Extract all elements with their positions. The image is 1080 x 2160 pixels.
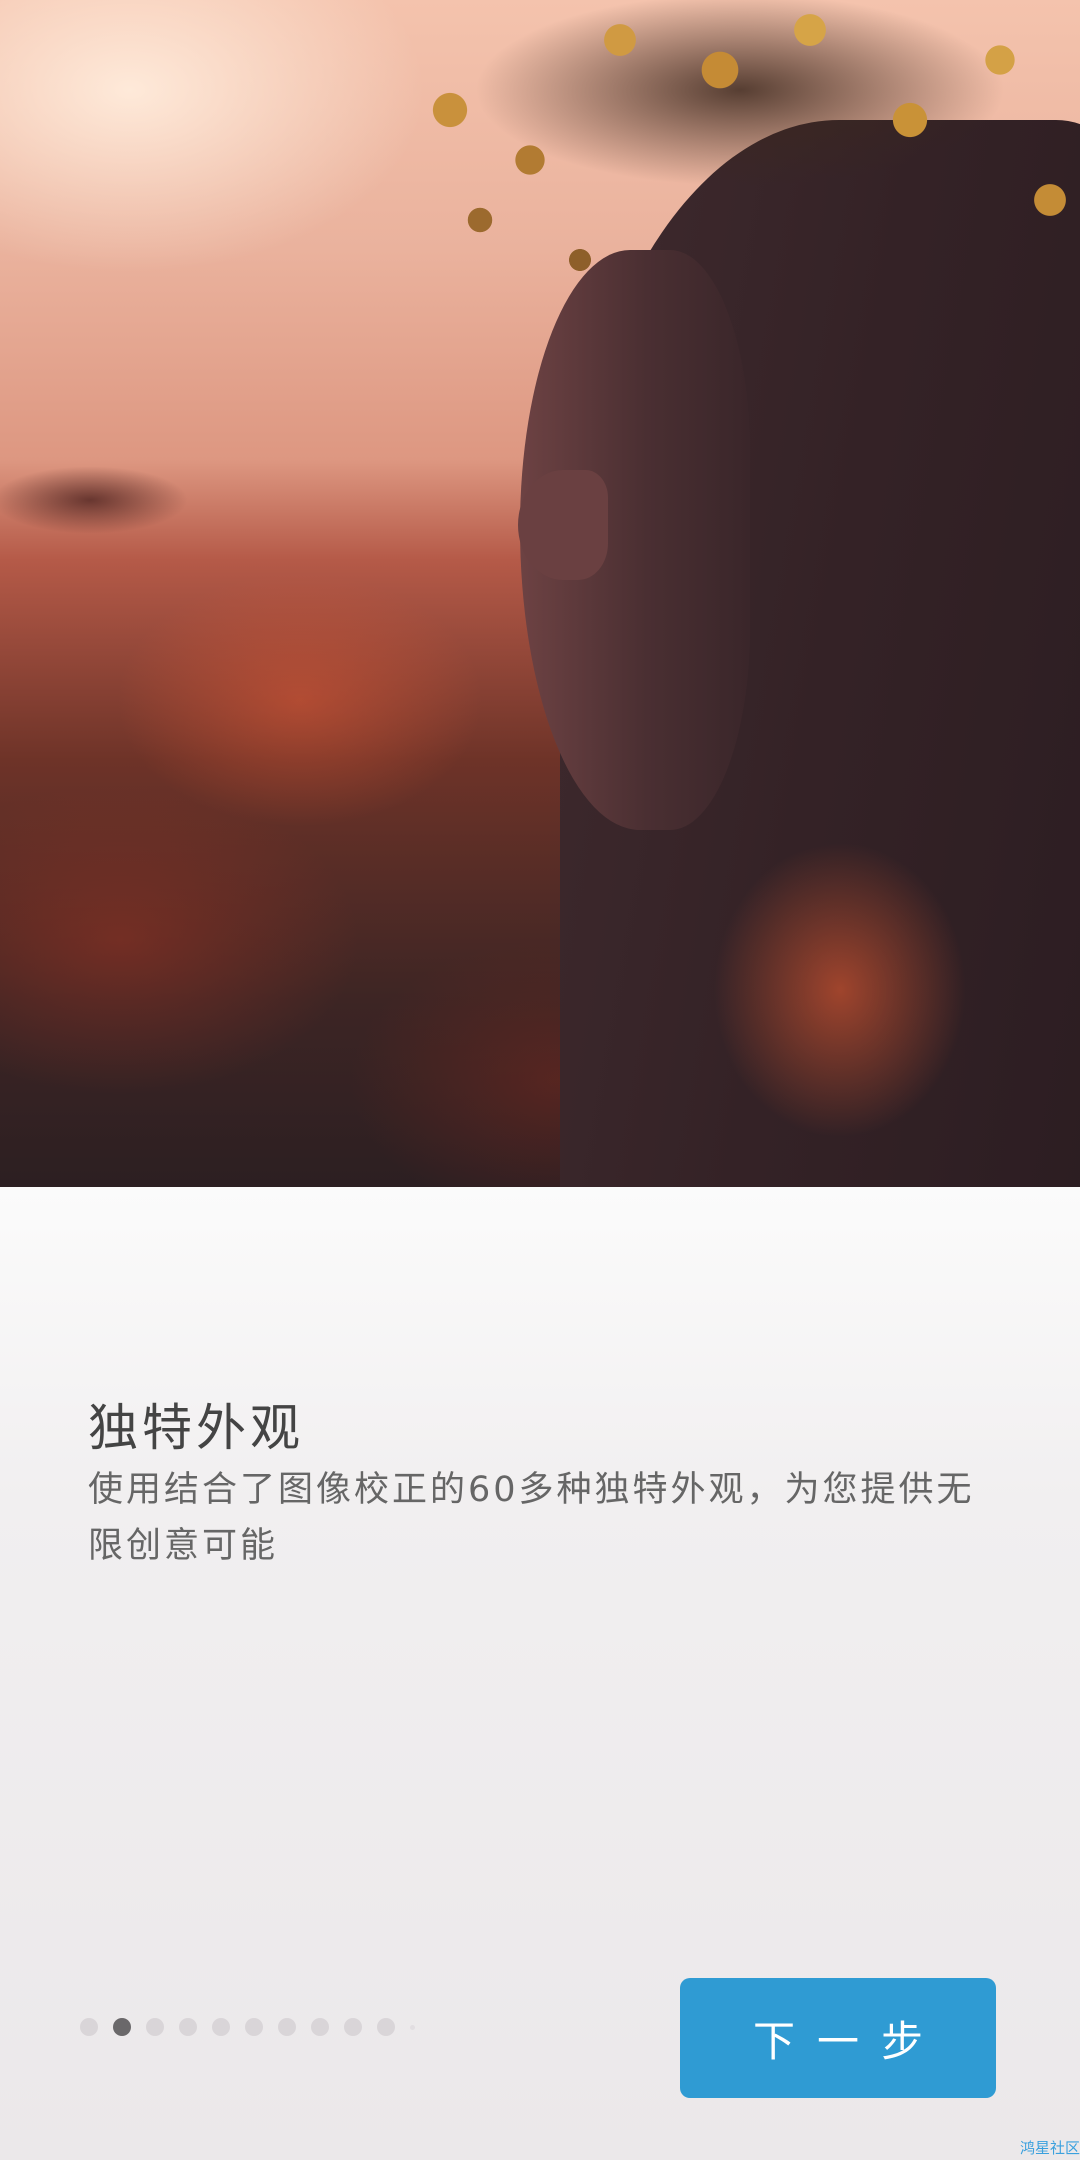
page-dot[interactable] <box>80 2018 98 2036</box>
page-indicator <box>80 2018 430 2036</box>
page-dot[interactable] <box>344 2018 362 2036</box>
next-button[interactable]: 下一步 <box>680 1978 996 2098</box>
page-dot[interactable] <box>146 2018 164 2036</box>
page-dot-active[interactable] <box>113 2018 131 2036</box>
feature-title: 独特外观 <box>88 1399 304 1457</box>
photo-flower-crown <box>390 0 1080 300</box>
watermark: 鸿星社区 <box>1019 2139 1080 2157</box>
feature-description: 使用结合了图像校正的60多种独特外观，为您提供无限创意可能 <box>88 1470 975 1566</box>
page-dot[interactable] <box>179 2018 197 2036</box>
page-dot-extra <box>410 2024 415 2030</box>
page-dot[interactable] <box>278 2018 296 2036</box>
photo-treeline <box>0 455 220 545</box>
photo-nose <box>518 470 608 580</box>
page-dot[interactable] <box>245 2018 263 2036</box>
photo-glow <box>660 780 1020 1187</box>
page-dot[interactable] <box>377 2018 395 2036</box>
page-dot[interactable] <box>311 2018 329 2036</box>
page-dot[interactable] <box>212 2018 230 2036</box>
onboarding-screen: 独特外观 使用结合了图像校正的60多种独特外观，为您提供无限创意可能 下一步 鸿… <box>0 0 1080 2160</box>
hero-photo <box>0 0 1080 1187</box>
